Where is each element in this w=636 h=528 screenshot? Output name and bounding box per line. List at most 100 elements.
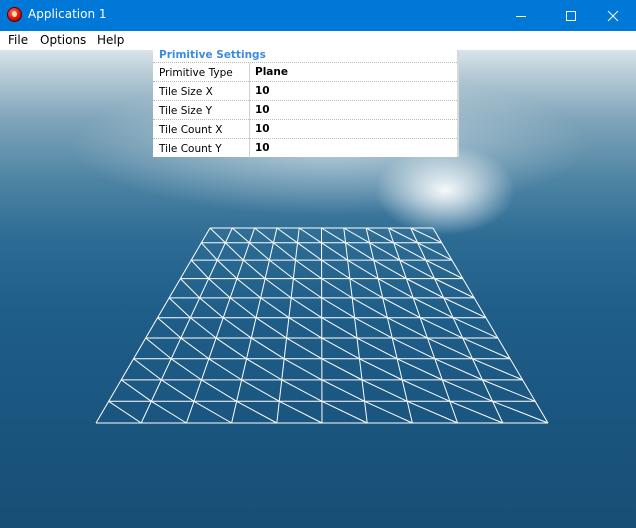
property-row-primitive-type[interactable]: Primitive Type Plane (153, 62, 457, 82)
wireframe-diagonal-edge (157, 317, 182, 339)
property-label: Tile Count Y (159, 143, 222, 155)
wireframe-diagonal-edge (216, 259, 238, 279)
wireframe-diagonal-edge (281, 379, 323, 402)
wireframe-diagonal-edge (434, 358, 483, 381)
wireframe-diagonal-edge (298, 227, 322, 244)
column-divider (249, 139, 250, 158)
close-button[interactable] (590, 0, 636, 31)
wireframe-diagonal-edge (108, 400, 142, 424)
wireframe-diagonal-edge (255, 317, 287, 339)
primitive-settings-panel: Primitive Settings Primitive Type Plane … (153, 49, 459, 158)
wireframe-diagonal-edge (249, 242, 270, 261)
wireframe-diagonal-edge (373, 259, 407, 280)
property-value[interactable]: 10 (255, 85, 270, 97)
wireframe-diagonal-edge (321, 379, 365, 402)
minimize-button[interactable] (498, 0, 544, 31)
wireframe-diagonal-edge (321, 242, 348, 261)
wireframe-diagonal-edge (401, 379, 451, 402)
wireframe-diagonal-edge (161, 379, 195, 402)
wireframe-diagonal-edge (251, 337, 285, 360)
wireframe-column-edge (231, 227, 278, 424)
wireframe-diagonal-edge (407, 400, 458, 424)
wireframe-diagonal-edge (482, 379, 536, 402)
wireframe-diagonal-edge (345, 242, 374, 261)
wireframe-diagonal-edge (321, 317, 358, 339)
settings-panel-title: Primitive Settings (159, 49, 266, 61)
app-icon (7, 7, 22, 22)
menu-help[interactable]: Help (97, 33, 124, 47)
wireframe-diagonal-edge (293, 278, 322, 299)
wireframe-diagonal-edge (321, 358, 363, 381)
window-title: Application 1 (28, 7, 107, 21)
wireframe-column-edge (95, 227, 211, 424)
wireframe-diagonal-edge (260, 297, 290, 319)
wireframe-diagonal-edge (225, 242, 244, 261)
wireframe-diagonal-edge (359, 358, 403, 381)
wireframe-diagonal-edge (472, 358, 523, 381)
property-value[interactable]: 10 (255, 142, 270, 154)
wireframe-diagonal-edge (180, 278, 201, 299)
wireframe-diagonal-edge (290, 297, 323, 319)
wireframe-diagonal-edge (151, 400, 187, 424)
property-value[interactable]: 10 (255, 104, 270, 116)
property-row-tile-count-y[interactable]: Tile Count Y 10 (153, 138, 457, 158)
wireframe-diagonal-edge (279, 400, 323, 424)
wireframe-diagonal-edge (321, 278, 353, 299)
menu-file[interactable]: File (8, 33, 28, 47)
property-value[interactable]: Plane (255, 66, 288, 78)
wireframe-diagonal-edge (349, 278, 383, 299)
close-icon (607, 10, 619, 21)
wireframe-diagonal-edge (229, 297, 257, 319)
property-row-tile-count-x[interactable]: Tile Count X 10 (153, 119, 457, 139)
wireframe-diagonal-edge (209, 227, 226, 244)
wireframe-diagonal-edge (354, 317, 393, 339)
wireframe-diagonal-edge (236, 278, 261, 299)
column-divider (249, 101, 250, 120)
minimize-icon (516, 15, 526, 17)
wireframe-diagonal-edge (364, 400, 413, 424)
wireframe-diagonal-edge (120, 379, 152, 402)
wireframe-column-edge (140, 227, 233, 424)
wireframe-diagonal-edge (269, 259, 294, 280)
wireframe-diagonal-edge (276, 227, 298, 244)
property-row-tile-size-x[interactable]: Tile Size X 10 (153, 81, 457, 101)
wireframe-column-edge (185, 227, 256, 424)
wireframe-diagonal-edge (377, 278, 414, 299)
wireframe-diagonal-edge (442, 379, 493, 402)
wireframe-diagonal-edge (236, 400, 278, 424)
wireframe-column-edge (432, 227, 549, 424)
wireframe-diagonal-edge (449, 400, 503, 424)
wireframe-diagonal-edge (462, 337, 511, 360)
property-label: Tile Size X (159, 86, 213, 98)
wireframe-diagonal-edge (321, 337, 360, 360)
wireframe-diagonal-edge (351, 297, 388, 319)
wireframe-diagonal-edge (208, 278, 231, 299)
wireframe-diagonal-edge (180, 337, 210, 360)
wireframe-diagonal-edge (286, 337, 323, 360)
column-divider (249, 63, 250, 82)
wireframe-diagonal-edge (215, 337, 247, 360)
wireframe-diagonal-edge (321, 400, 368, 424)
menu-options[interactable]: Options (40, 33, 86, 47)
wireframe-diagonal-edge (297, 242, 322, 261)
wireframe-diagonal-edge (321, 297, 355, 319)
wireframe-column-edge (365, 227, 413, 424)
property-label: Tile Size Y (159, 105, 213, 117)
wireframe-diagonal-edge (264, 278, 292, 299)
property-value[interactable]: 10 (255, 123, 270, 135)
wireframe-diagonal-edge (369, 242, 401, 261)
wireframe-diagonal-edge (361, 379, 408, 402)
maximize-button[interactable] (548, 0, 594, 31)
property-label: Tile Count X (159, 124, 223, 136)
wireframe-diagonal-edge (201, 379, 237, 402)
wireframe-column-edge (276, 227, 300, 424)
wireframe-diagonal-edge (273, 242, 296, 261)
wireframe-column-edge (321, 227, 323, 424)
property-row-tile-size-y[interactable]: Tile Size Y 10 (153, 100, 457, 120)
wireframe-diagonal-edge (347, 259, 379, 280)
wireframe-diagonal-edge (133, 358, 162, 381)
wireframe-column-edge (410, 227, 504, 424)
wireframe-diagonal-edge (193, 400, 232, 424)
wireframe-diagonal-edge (343, 227, 370, 244)
column-divider (249, 120, 250, 139)
